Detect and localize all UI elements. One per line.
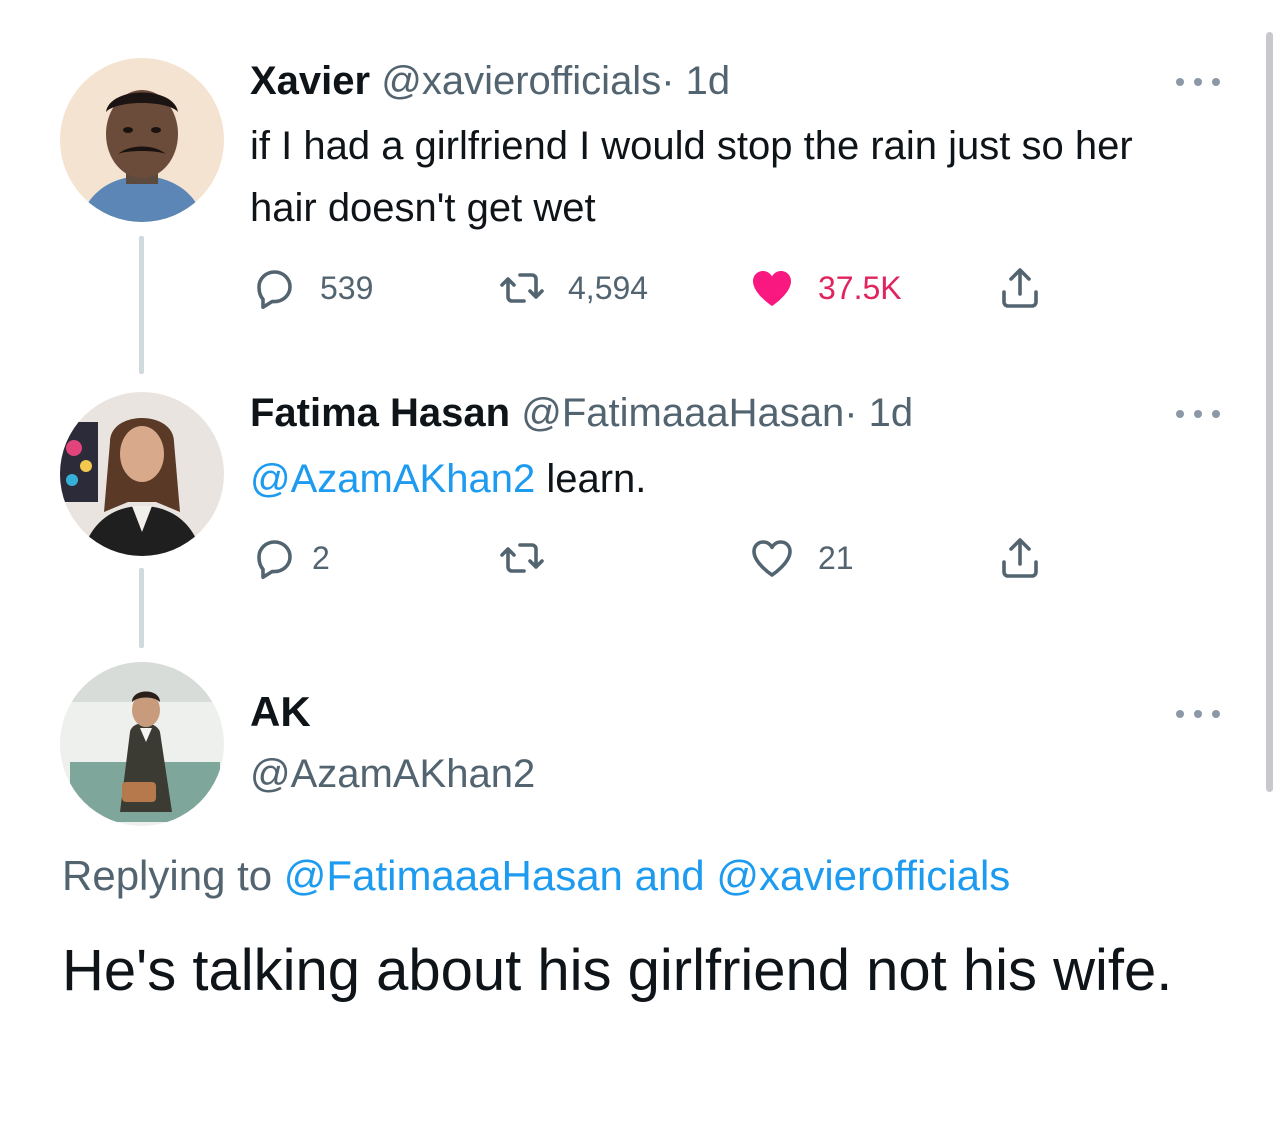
main-tweet-text: He's talking about his girlfriend not hi… [62, 938, 1173, 1003]
reply-icon [257, 270, 292, 309]
like-count: 21 [818, 539, 854, 576]
retweet-icon [500, 273, 544, 303]
author-name[interactable]: AK [250, 688, 311, 736]
author-handle[interactable]: @xavierofficials [381, 59, 661, 103]
scrollbar[interactable] [1266, 32, 1273, 792]
tweet-header: Xavier @xavierofficials· 1d [250, 57, 730, 105]
separator-dot: · [661, 59, 675, 103]
retweet-button[interactable]: 4,594 [498, 264, 648, 312]
replying-user-link[interactable]: @xavierofficials [716, 852, 1010, 899]
tweet-time[interactable]: 1d [686, 59, 731, 103]
replying-prefix: Replying to [62, 852, 284, 899]
share-button[interactable] [996, 264, 1044, 312]
thread-line [139, 236, 144, 374]
separator-dot: · [844, 391, 858, 435]
retweet-button[interactable] [498, 534, 568, 582]
like-count: 37.5K [818, 269, 902, 306]
reply-icon [257, 540, 292, 579]
replying-and: and [622, 852, 717, 899]
author-handle[interactable]: @AzamAKhan2 [250, 752, 535, 797]
retweet-count: 4,594 [568, 269, 649, 306]
reply-count: 2 [312, 539, 330, 576]
more-icon[interactable] [1176, 75, 1220, 89]
reply-button[interactable]: 2 [250, 534, 330, 582]
avatar-ak[interactable] [60, 662, 224, 826]
more-icon[interactable] [1176, 707, 1220, 721]
author-name[interactable]: Xavier [250, 59, 370, 103]
tweet-text-content: learn. [535, 457, 647, 501]
like-button[interactable]: 37.5K [748, 264, 902, 312]
avatar-xavier[interactable] [60, 58, 224, 222]
author-handle[interactable]: @FatimaaaHasan [521, 391, 844, 435]
tweet-text: @AzamAKhan2 learn. [250, 448, 1210, 510]
heart-icon [753, 271, 791, 306]
replying-user-link[interactable]: @FatimaaaHasan [284, 852, 623, 899]
tweet-time[interactable]: 1d [869, 391, 914, 435]
more-icon[interactable] [1176, 407, 1220, 421]
reply-button[interactable]: 539 [250, 264, 373, 312]
avatar-fatima[interactable] [60, 392, 224, 556]
like-button[interactable]: 21 [748, 534, 854, 582]
heart-icon [752, 540, 792, 577]
tweet-text: if I had a girlfriend I would stop the r… [250, 124, 1133, 230]
retweet-icon [500, 543, 544, 573]
replying-to: Replying to @FatimaaaHasan and @xavierof… [62, 852, 1010, 900]
thread-line [139, 568, 144, 648]
author-name[interactable]: Fatima Hasan [250, 391, 510, 435]
mention-link[interactable]: @AzamAKhan2 [250, 457, 535, 501]
share-icon [1002, 268, 1038, 308]
share-button[interactable] [996, 534, 1044, 582]
share-icon [1002, 538, 1038, 578]
tweet-header: Fatima Hasan @FatimaaaHasan· 1d [250, 389, 913, 437]
reply-count: 539 [320, 269, 374, 306]
